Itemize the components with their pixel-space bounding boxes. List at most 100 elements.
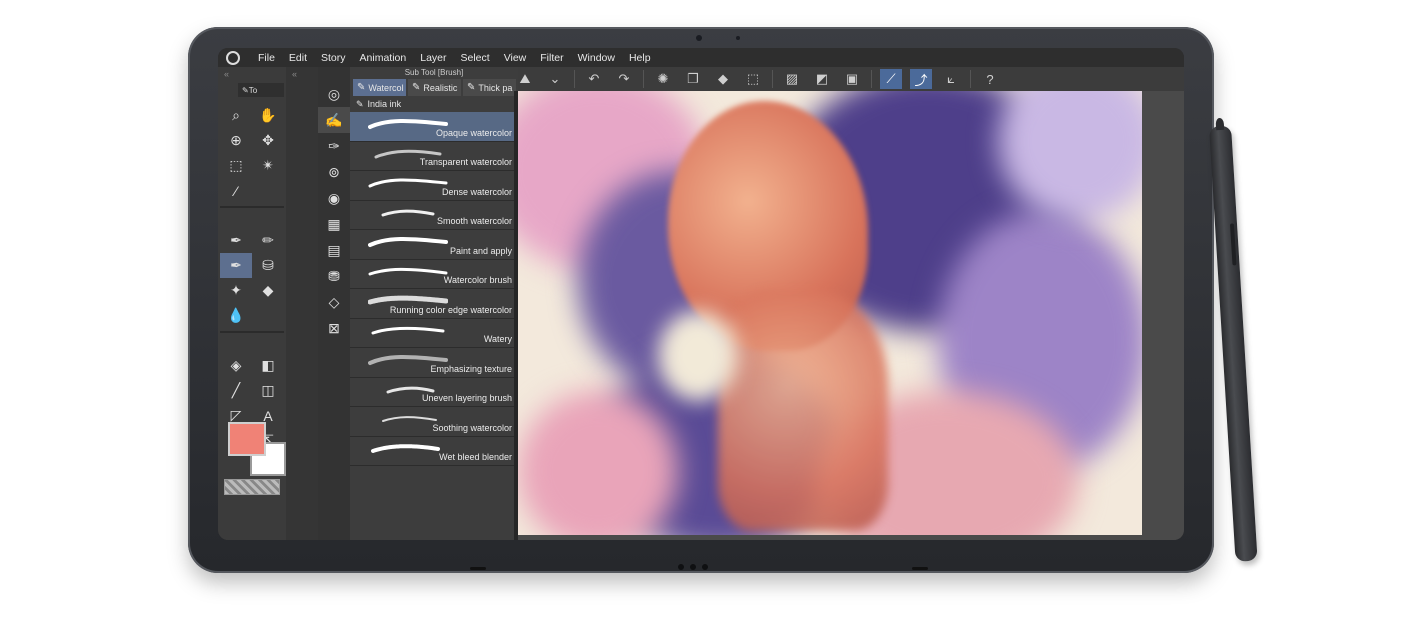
stabilizer-icon[interactable]: ⟋ — [880, 69, 902, 89]
move-icon[interactable]: ✥ — [252, 128, 284, 153]
toolbar-divider — [574, 70, 575, 88]
list-item[interactable]: Soothing watercolor — [350, 407, 518, 437]
layer-search-icon[interactable]: ⊠ — [318, 315, 350, 341]
zoom-icon[interactable]: ⌕ — [220, 103, 252, 128]
list-item[interactable]: Smooth watercolor — [350, 201, 518, 230]
main-color-swatch[interactable] — [228, 422, 266, 456]
camera — [696, 35, 702, 41]
menu-file[interactable]: File — [258, 52, 275, 64]
list-item[interactable]: Dense watercolor — [350, 171, 518, 201]
frame-border-icon[interactable]: ◫ — [252, 378, 284, 403]
magic-wand-icon[interactable]: ✴ — [252, 153, 284, 178]
menu-animation[interactable]: Animation — [360, 52, 407, 64]
list-item[interactable]: Uneven layering brush — [350, 378, 518, 407]
tab-label: Watercol — [368, 82, 404, 93]
decoration-icon[interactable]: ✦ — [220, 278, 252, 303]
operation-icon[interactable]: ⊕ — [220, 128, 252, 153]
sensor — [736, 36, 740, 40]
line-icon[interactable]: ╱ — [220, 378, 252, 403]
subtool-panel: Sub Tool [Brush] ✎ Watercol ✎ Realistic ✎ T… — [350, 67, 518, 540]
tab-thick-paint[interactable]: ✎ Thick pa — [463, 79, 516, 96]
tool-divider — [220, 331, 284, 333]
menu-view[interactable]: View — [504, 52, 527, 64]
stylus-button — [1229, 223, 1237, 266]
list-item[interactable]: Emphasizing texture — [350, 348, 518, 378]
fill-bucket-icon[interactable]: ◈ — [220, 353, 252, 378]
brush-icon[interactable]: ✒ — [220, 253, 252, 278]
blend-icon[interactable]: 💧 — [220, 303, 252, 328]
eraser-icon[interactable]: ◆ — [252, 278, 284, 303]
help-icon[interactable]: ? — [979, 69, 1001, 89]
eyedropper-icon[interactable]: ⁄ — [220, 178, 252, 203]
ruler-icon[interactable]: ⟀ — [940, 69, 962, 89]
canvas-area[interactable] — [518, 91, 1184, 540]
brush-icon: ✎ — [356, 98, 364, 109]
pencil-icon[interactable]: ✏ — [252, 228, 284, 253]
watercolor-artwork[interactable] — [518, 91, 1142, 535]
transparent-color-swatch[interactable] — [224, 479, 280, 495]
tab-realistic[interactable]: ✎ Realistic — [408, 79, 461, 96]
brush-icon: ✎ — [467, 82, 476, 93]
clear-icon[interactable]: ▨ — [781, 69, 803, 89]
subtool-icon[interactable]: ✍ — [318, 107, 350, 133]
pogo-pin — [702, 564, 708, 570]
layer-property-icon[interactable]: ▤ — [318, 237, 350, 263]
list-item[interactable]: Opaque watercolor — [350, 112, 518, 142]
menu-help[interactable]: Help — [629, 52, 651, 64]
selection-icon[interactable]: ⬚ — [220, 153, 252, 178]
menu-story[interactable]: Story — [321, 52, 346, 64]
brush-name: Paint and apply — [449, 245, 512, 256]
brush-stroke-preview — [368, 236, 448, 247]
subtool-title: Sub Tool [Brush] — [404, 68, 464, 77]
pen-pressure-icon[interactable]: ⤴ — [910, 69, 932, 89]
menu-bar: File Edit Story Animation Layer Select V… — [218, 48, 1184, 67]
color-circle-icon[interactable]: ◉ — [318, 185, 350, 211]
pogo-port-left — [470, 567, 486, 570]
list-item[interactable]: Wet bleed blender — [350, 437, 518, 466]
list-item[interactable]: Watery — [350, 319, 518, 348]
brush-name: Dense watercolor — [441, 186, 512, 197]
brush-name: Soothing watercolor — [432, 422, 512, 433]
tab-watercolor[interactable]: ✎ Watercol — [353, 79, 406, 96]
pen-icon[interactable]: ✒ — [220, 228, 252, 253]
portrait-neck — [718, 291, 888, 531]
tool-grid: ⌕ ✋ ⊕ ✥ ⬚ ✴ ⁄ ✒ ✏ ✒ ⛁ ✦ ◆ 💧 ◈ ◧ ╱ ◫ ◸ A … — [220, 103, 284, 453]
panel-collapse[interactable]: « — [286, 67, 318, 81]
loading-icon[interactable]: ✺ — [652, 69, 674, 89]
panel-collapse[interactable]: « — [218, 67, 286, 81]
layer-icon[interactable]: ◇ — [318, 289, 350, 315]
brush-icon: ✎ — [357, 82, 366, 93]
hand-icon[interactable]: ✋ — [252, 103, 284, 128]
brush-size-icon[interactable]: ⊚ — [318, 159, 350, 185]
menu-window[interactable]: Window — [578, 52, 615, 64]
redo-icon[interactable]: ↷ — [613, 69, 635, 89]
menu-filter[interactable]: Filter — [540, 52, 563, 64]
menu-layer[interactable]: Layer — [420, 52, 446, 64]
s-pen-stylus — [1209, 117, 1258, 562]
tab-india-ink[interactable]: ✎ India ink — [350, 96, 518, 112]
gradient-icon[interactable]: ◩ — [811, 69, 833, 89]
transform-icon[interactable]: ⬚ — [742, 69, 764, 89]
list-item[interactable]: Transparent watercolor — [350, 142, 518, 171]
list-item[interactable]: Watercolor brush — [350, 260, 518, 289]
frame-icon[interactable]: ▣ — [841, 69, 863, 89]
dropdown-icon[interactable]: ⌄ — [544, 69, 566, 89]
copy-icon[interactable]: ❐ — [682, 69, 704, 89]
color-set-icon[interactable]: ▦ — [318, 211, 350, 237]
menu-edit[interactable]: Edit — [289, 52, 307, 64]
app-logo-icon[interactable] — [226, 50, 240, 65]
tool-tab[interactable]: ✎ To — [238, 83, 284, 97]
airbrush-icon[interactable]: ⛁ — [252, 253, 284, 278]
fill-icon[interactable]: ◆ — [712, 69, 734, 89]
list-item[interactable]: Paint and apply — [350, 230, 518, 260]
menu-select[interactable]: Select — [461, 52, 490, 64]
gradient-tool-icon[interactable]: ◧ — [252, 353, 284, 378]
material-icon[interactable]: ⛃ — [318, 263, 350, 289]
list-item[interactable]: Running color edge watercolor — [350, 289, 518, 319]
navigator-icon[interactable]: ◎ — [318, 81, 350, 107]
tab-label: Realistic — [423, 82, 458, 93]
undo-icon[interactable]: ↶ — [583, 69, 605, 89]
toolbar-divider — [643, 70, 644, 88]
tool-property-icon[interactable]: ✑ — [318, 133, 350, 159]
brush-name: Smooth watercolor — [436, 216, 512, 226]
